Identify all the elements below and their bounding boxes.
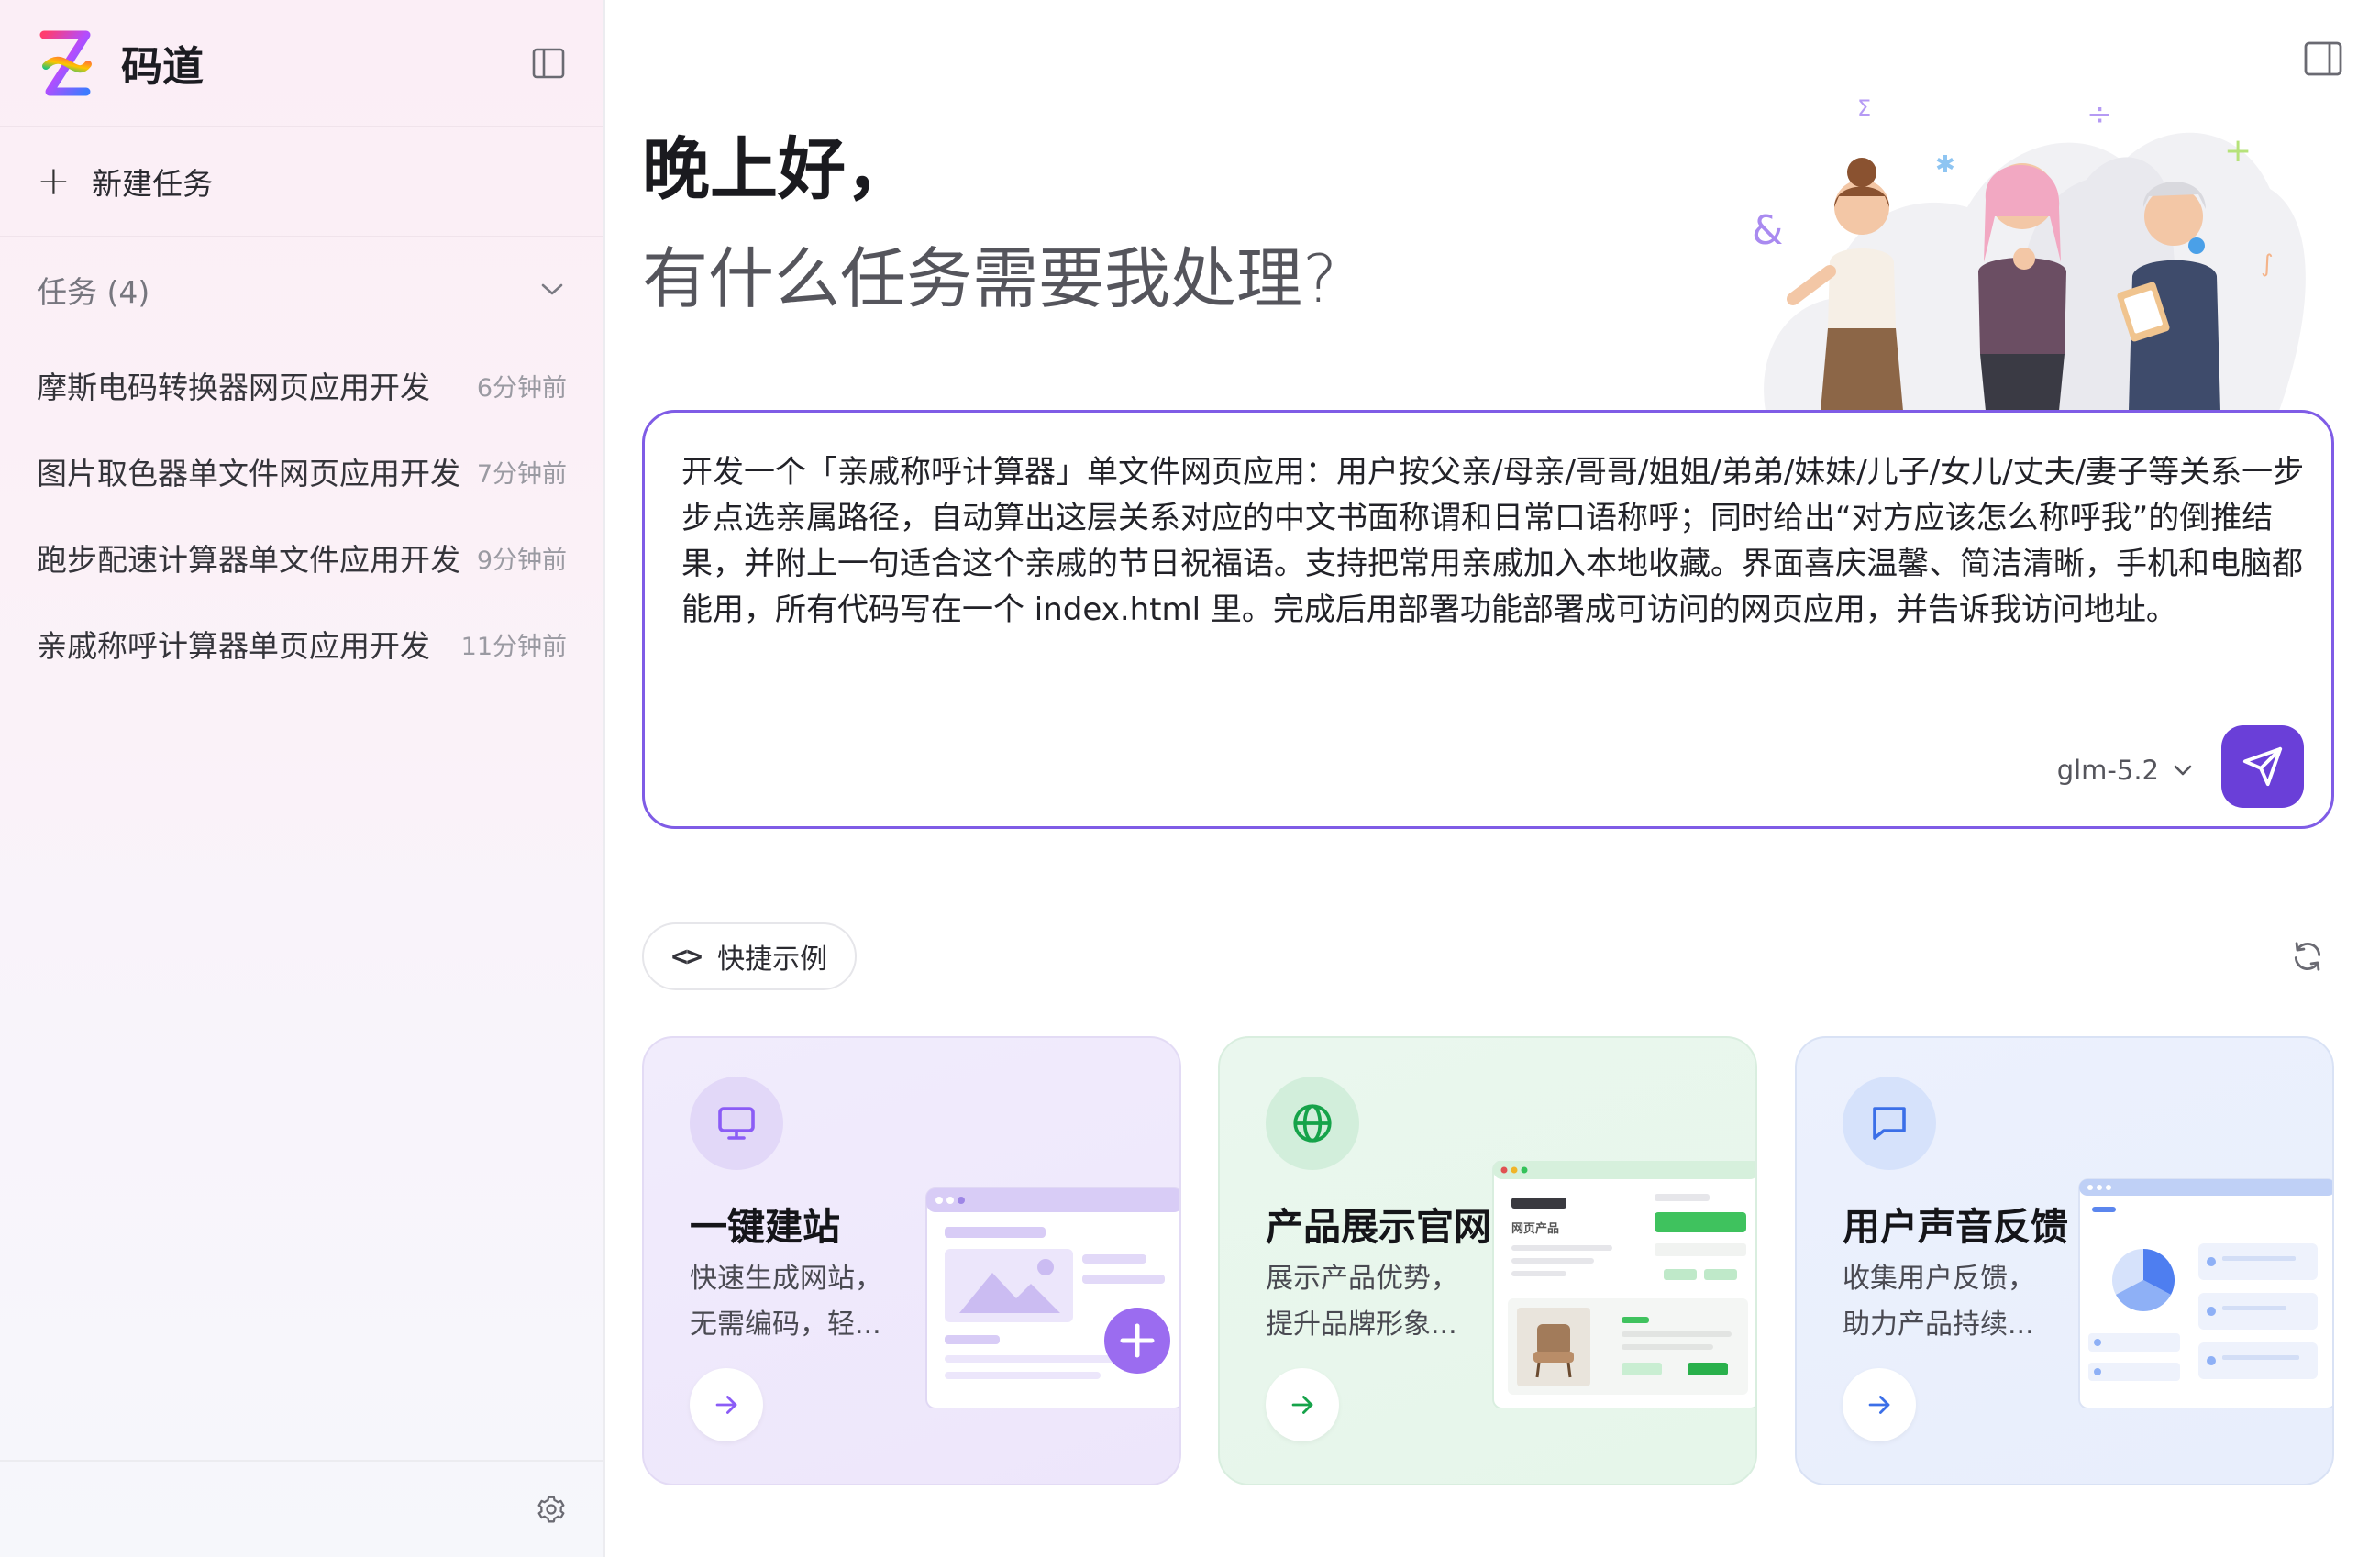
quick-examples-button[interactable]: <> 快捷示例 <box>642 922 858 990</box>
globe-icon <box>1293 1104 1332 1143</box>
tasks-section-title: 任务 (4) <box>37 274 150 310</box>
task-list-item[interactable]: 跑步配速计算器单文件应用开发 9分钟前 <box>0 514 603 601</box>
sidebar-footer <box>0 1460 603 1557</box>
task-list-item[interactable]: 摩斯电码转换器网页应用开发 6分钟前 <box>0 342 603 428</box>
card-title: 用户声音反馈 <box>1843 1205 2068 1249</box>
task-time: 9分钟前 <box>476 546 567 575</box>
task-name: 跑步配速计算器单文件应用开发 <box>37 542 460 578</box>
arrow-right-icon <box>1291 1396 1313 1414</box>
task-time: 11分钟前 <box>460 632 567 661</box>
svg-text:+: + <box>2224 132 2252 170</box>
app-window: 码道 + 新建任务 任务 (4) 摩斯电码转换器网页应用开发 6分钟前 图片取色… <box>0 0 2380 1557</box>
brand-name: 码道 <box>121 42 205 91</box>
tasks-section-header[interactable]: 任务 (4) <box>0 237 603 342</box>
greeting-subtitle: 有什么任务需要我处理? <box>642 240 1338 317</box>
send-button[interactable] <box>2221 725 2304 808</box>
task-name: 摩斯电码转换器网页应用开发 <box>37 370 430 405</box>
new-task-button[interactable]: + 新建任务 <box>0 127 603 237</box>
task-list-item[interactable]: 亲戚称呼计算器单页应用开发 11分钟前 <box>0 601 603 687</box>
prompt-composer[interactable]: 开发一个「亲戚称呼计算器」单文件网页应用：用户按父亲/母亲/哥哥/姐姐/弟弟/妹… <box>642 410 2334 829</box>
example-card-user-feedback[interactable]: 用户声音反馈 收集用户反馈，助力产品持续... <box>1795 1036 2334 1485</box>
task-list: 摩斯电码转换器网页应用开发 6分钟前 图片取色器单文件网页应用开发 7分钟前 跑… <box>0 342 603 687</box>
right-panel-toggle-icon[interactable] <box>2303 40 2343 77</box>
task-list-item[interactable]: 图片取色器单文件网页应用开发 7分钟前 <box>0 428 603 514</box>
send-icon <box>2242 746 2283 787</box>
mockup-label: 网页产品 <box>1511 1221 1559 1236</box>
example-card-product-site[interactable]: 产品展示官网 展示产品优势，提升品牌形象... 网页产品 <box>1218 1036 1757 1485</box>
plus-icon: + <box>37 158 71 204</box>
card-arrow-button[interactable] <box>1843 1368 1916 1441</box>
svg-text:Σ: Σ <box>1857 95 1871 121</box>
arrow-right-icon <box>715 1396 737 1414</box>
card-icon-badge <box>690 1077 783 1170</box>
collapse-sidebar-button[interactable] <box>530 45 567 82</box>
model-selector[interactable]: glm-5.2 <box>2057 755 2192 786</box>
card-icon-badge <box>1843 1077 1936 1170</box>
card-description: 展示产品优势，提升品牌形象... <box>1266 1263 1458 1341</box>
sidebar: 码道 + 新建任务 任务 (4) 摩斯电码转换器网页应用开发 6分钟前 图片取色… <box>0 0 605 1557</box>
task-time: 7分钟前 <box>476 459 567 489</box>
main-content: 晚上好， 有什么任务需要我处理? & Σ ✱ ÷ + ∫ 开发一个「亲戚称呼计算… <box>605 0 2380 1557</box>
card-title: 一键建站 <box>690 1205 840 1249</box>
arrow-right-icon <box>1868 1396 1890 1414</box>
chevron-down-icon <box>541 283 563 295</box>
app-logo-icon <box>39 30 92 95</box>
task-name: 图片取色器单文件网页应用开发 <box>37 456 460 491</box>
new-task-label: 新建任务 <box>92 166 213 202</box>
greeting-title: 晚上好， <box>642 130 913 209</box>
quick-examples-label: 快捷示例 <box>717 944 828 976</box>
example-card-website[interactable]: 一键建站 快速生成网站，无需编码，轻... <box>642 1036 1181 1485</box>
refresh-icon[interactable] <box>2290 939 2325 974</box>
product-site-mockup-illustration: 网页产品 <box>1492 1161 1755 1408</box>
model-name: glm-5.2 <box>2056 755 2159 786</box>
settings-gear-icon[interactable] <box>536 1494 567 1525</box>
card-arrow-button[interactable] <box>1266 1368 1339 1441</box>
card-icon-badge <box>1266 1077 1359 1170</box>
feedback-dashboard-illustration <box>2078 1178 2332 1408</box>
task-name: 亲戚称呼计算器单页应用开发 <box>37 628 430 664</box>
svg-text:✱: ✱ <box>1935 151 1955 179</box>
svg-text:&: & <box>1752 207 1783 254</box>
sidebar-toggle-icon <box>532 48 565 78</box>
svg-text:÷: ÷ <box>2087 96 2113 133</box>
prompt-input[interactable]: 开发一个「亲戚称呼计算器」单文件网页应用：用户按父亲/母亲/哥哥/姐姐/弟弟/妹… <box>681 449 2305 633</box>
card-arrow-button[interactable] <box>690 1368 763 1441</box>
card-description: 快速生成网站，无需编码，轻... <box>690 1263 882 1341</box>
hero-illustration: & Σ ✱ ÷ + ∫ <box>1752 95 2306 411</box>
sidebar-header: 码道 <box>0 0 603 127</box>
card-title: 产品展示官网 <box>1266 1205 1491 1249</box>
monitor-icon <box>718 1107 755 1140</box>
chevron-down-icon <box>2174 765 2192 776</box>
task-time: 6分钟前 <box>476 373 567 403</box>
card-description: 收集用户反馈，助力产品持续... <box>1843 1263 2035 1341</box>
code-brackets-icon: <> <box>671 940 703 973</box>
chat-bubble-icon <box>1873 1107 1906 1140</box>
svg-text:∫: ∫ <box>2261 250 2274 278</box>
website-mockup-illustration <box>925 1187 1179 1408</box>
